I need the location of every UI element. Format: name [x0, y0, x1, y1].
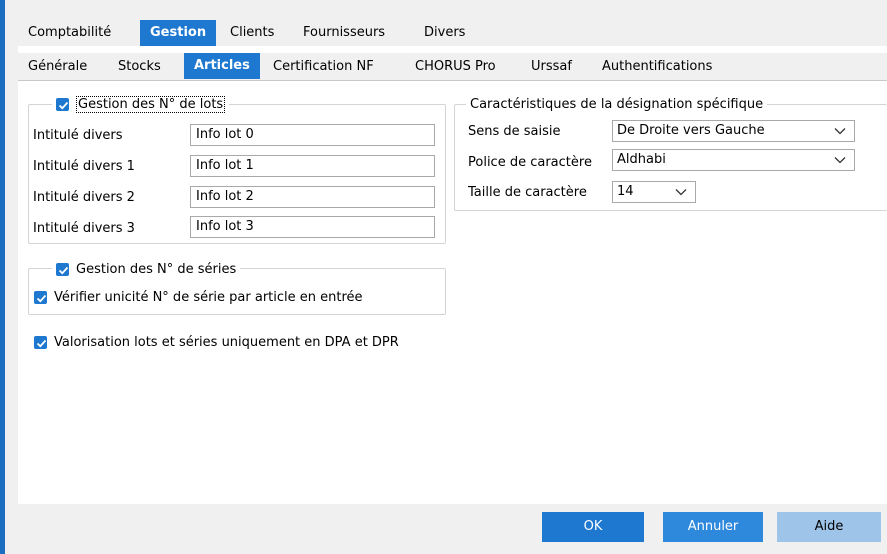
tab-divers[interactable]: Divers: [424, 20, 465, 46]
chevron-down-icon: [675, 189, 687, 196]
select-sens-saisie[interactable]: De Droite vers Gauche: [612, 120, 855, 142]
chevron-down-icon: [834, 157, 846, 164]
valorisation-checkbox[interactable]: Valorisation lots et séries uniquement e…: [34, 335, 399, 350]
tab-clients[interactable]: Clients: [230, 20, 274, 46]
select-taille-caractere[interactable]: 14: [612, 181, 696, 203]
main-tab-bar: Comptabilité Gestion Clients Fournisseur…: [18, 20, 887, 46]
chevron-down-icon: [834, 128, 846, 135]
ok-button[interactable]: OK: [542, 512, 644, 542]
subtab-stocks[interactable]: Stocks: [118, 54, 161, 80]
input-intitule-divers-3[interactable]: Info lot 3: [190, 216, 435, 238]
series-checkbox[interactable]: Gestion des N° de séries: [52, 259, 241, 279]
checkbox-icon: [56, 262, 69, 276]
checkbox-icon: [34, 291, 47, 304]
subtab-generale[interactable]: Générale: [28, 54, 87, 80]
lots-checkbox-label: Gestion des N° de lots: [76, 95, 226, 113]
tab-comptabilite[interactable]: Comptabilité: [28, 20, 111, 46]
input-intitule-divers[interactable]: Info lot 0: [190, 124, 435, 146]
valorisation-label: Valorisation lots et séries uniquement e…: [54, 335, 399, 350]
designation-title: Caractéristiques de la désignation spéci…: [466, 94, 768, 114]
label-intitule-divers-2: Intitulé divers 2: [33, 190, 135, 205]
series-checkbox-label: Gestion des N° de séries: [76, 261, 237, 277]
window-left-border: [0, 0, 5, 554]
tab-fournisseurs[interactable]: Fournisseurs: [303, 20, 385, 46]
label-police-caractere: Police de caractère: [468, 155, 592, 170]
input-intitule-divers-2[interactable]: Info lot 2: [190, 186, 435, 208]
label-sens-saisie: Sens de saisie: [468, 124, 561, 139]
sub-tab-bar: Générale Stocks Articles Certification N…: [18, 53, 887, 81]
verify-unicity-label: Vérifier unicité N° de série par article…: [54, 290, 363, 305]
tab-gestion[interactable]: Gestion: [140, 20, 217, 46]
select-sens-saisie-value: De Droite vers Gauche: [617, 123, 765, 138]
label-intitule-divers-1: Intitulé divers 1: [33, 159, 135, 174]
checkbox-icon: [56, 97, 69, 111]
label-intitule-divers-3: Intitulé divers 3: [33, 221, 135, 236]
tab-separator: [18, 46, 887, 53]
articles-panel: Gestion des N° de lots Intitulé divers I…: [18, 80, 887, 504]
label-taille-caractere: Taille de caractère: [468, 185, 587, 200]
subtab-authentifications[interactable]: Authentifications: [602, 54, 712, 80]
aide-button[interactable]: Aide: [777, 512, 881, 542]
annuler-button[interactable]: Annuler: [663, 512, 763, 542]
checkbox-icon: [34, 336, 47, 349]
lots-checkbox[interactable]: Gestion des N° de lots: [52, 94, 230, 114]
select-taille-value: 14: [617, 184, 634, 199]
select-police-value: Aldhabi: [617, 152, 666, 167]
subtab-urssaf[interactable]: Urssaf: [531, 54, 572, 80]
subtab-chorus-pro[interactable]: CHORUS Pro: [415, 54, 496, 80]
subtab-certification-nf[interactable]: Certification NF: [273, 54, 374, 80]
subtab-articles[interactable]: Articles: [184, 53, 260, 79]
select-police-caractere[interactable]: Aldhabi: [612, 149, 855, 171]
label-intitule-divers: Intitulé divers: [33, 128, 123, 143]
input-intitule-divers-1[interactable]: Info lot 1: [190, 155, 435, 177]
verify-unicity-checkbox[interactable]: Vérifier unicité N° de série par article…: [34, 290, 363, 305]
